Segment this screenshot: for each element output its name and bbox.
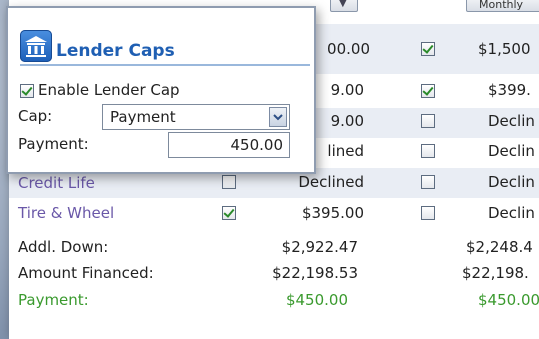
popup-title: Lender Caps xyxy=(56,41,175,61)
col2-value: Declin xyxy=(488,204,535,222)
product-link-credit-life[interactable]: Credit Life xyxy=(18,174,95,192)
col1-value: Declined xyxy=(298,173,364,191)
col2-checkbox[interactable] xyxy=(421,175,435,189)
payment-cap-input[interactable]: 450.00 xyxy=(168,132,290,158)
col2-checkbox[interactable] xyxy=(421,144,435,158)
row-divider xyxy=(9,228,539,229)
cap-select[interactable]: Payment xyxy=(102,104,290,130)
summary-col1: $450.00 xyxy=(285,291,348,309)
col2-value: Declin xyxy=(488,112,535,130)
col2-checkbox[interactable] xyxy=(421,206,435,220)
summary-label: Amount Financed: xyxy=(18,264,154,282)
col1-value: $395.00 xyxy=(301,204,364,222)
column-dropdown-button[interactable]: ▼ xyxy=(330,0,358,12)
enable-lender-cap-checkbox[interactable] xyxy=(20,84,34,98)
summary-col2: $22,198. xyxy=(462,264,529,282)
summary-col2: $450.00 xyxy=(478,291,539,309)
cap-select-value: Payment xyxy=(110,108,176,126)
summary-col1: $22,198.53 xyxy=(272,264,358,282)
enable-lender-cap-label[interactable]: Enable Lender Cap xyxy=(38,81,180,99)
monthly-label: Monthly xyxy=(479,0,524,11)
chevron-down-icon: ▼ xyxy=(339,0,347,9)
payment-label: Payment: xyxy=(18,135,89,153)
lender-caps-popup: Lender Caps Enable Lender Cap Cap: Payme… xyxy=(6,6,316,174)
col1-checkbox[interactable] xyxy=(222,206,236,220)
col2-value: $1,500 xyxy=(478,40,531,58)
chevron-down-icon[interactable] xyxy=(269,107,287,127)
col2-checkbox[interactable] xyxy=(421,42,435,56)
col1-checkbox[interactable] xyxy=(222,175,236,189)
col2-value: Declin xyxy=(488,173,535,191)
summary-col1: $2,922.47 xyxy=(281,238,358,256)
col2-checkbox[interactable] xyxy=(421,114,435,128)
col2-checkbox[interactable] xyxy=(421,84,435,98)
cap-label: Cap: xyxy=(18,107,53,125)
payment-cap-value: 450.00 xyxy=(230,136,284,154)
summary-label: Payment: xyxy=(18,291,89,309)
product-link-tire-wheel[interactable]: Tire & Wheel xyxy=(18,204,114,222)
summary-col2: $2,248.4 xyxy=(466,238,533,256)
summary-label: Addl. Down: xyxy=(18,238,109,256)
col2-value: $399. xyxy=(488,81,531,99)
title-divider xyxy=(20,64,310,66)
col2-value: Declin xyxy=(488,142,535,160)
bank-icon xyxy=(20,30,52,62)
monthly-dropdown[interactable]: Monthly xyxy=(466,0,539,12)
